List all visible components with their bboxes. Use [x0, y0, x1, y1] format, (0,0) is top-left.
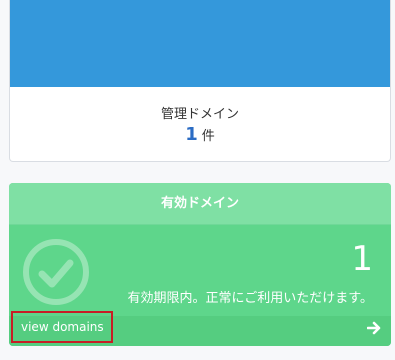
- managed-count-number: 1: [185, 124, 198, 145]
- view-domains-link[interactable]: view domains: [11, 311, 113, 343]
- valid-domains-title: 有効ドメイン: [9, 183, 391, 225]
- managed-domains-count: 1件: [10, 124, 390, 145]
- managed-domains-card: 管理ドメイン 1件: [9, 0, 391, 162]
- arrow-right-icon[interactable]: [367, 321, 381, 335]
- checkmark-icon: [38, 259, 74, 288]
- managed-count-unit: 件: [201, 129, 215, 144]
- valid-domains-count: 1: [351, 239, 373, 279]
- managed-domains-label: 管理ドメイン: [160, 107, 239, 122]
- valid-domains-status: 有効期限内。正常にご利用いただけます。: [127, 291, 373, 306]
- card-banner: [10, 0, 390, 87]
- valid-domains-card: 有効ドメイン 1 有効期限内。正常にご利用いただけます。 view domain…: [9, 183, 391, 346]
- check-circle-icon: [23, 239, 89, 305]
